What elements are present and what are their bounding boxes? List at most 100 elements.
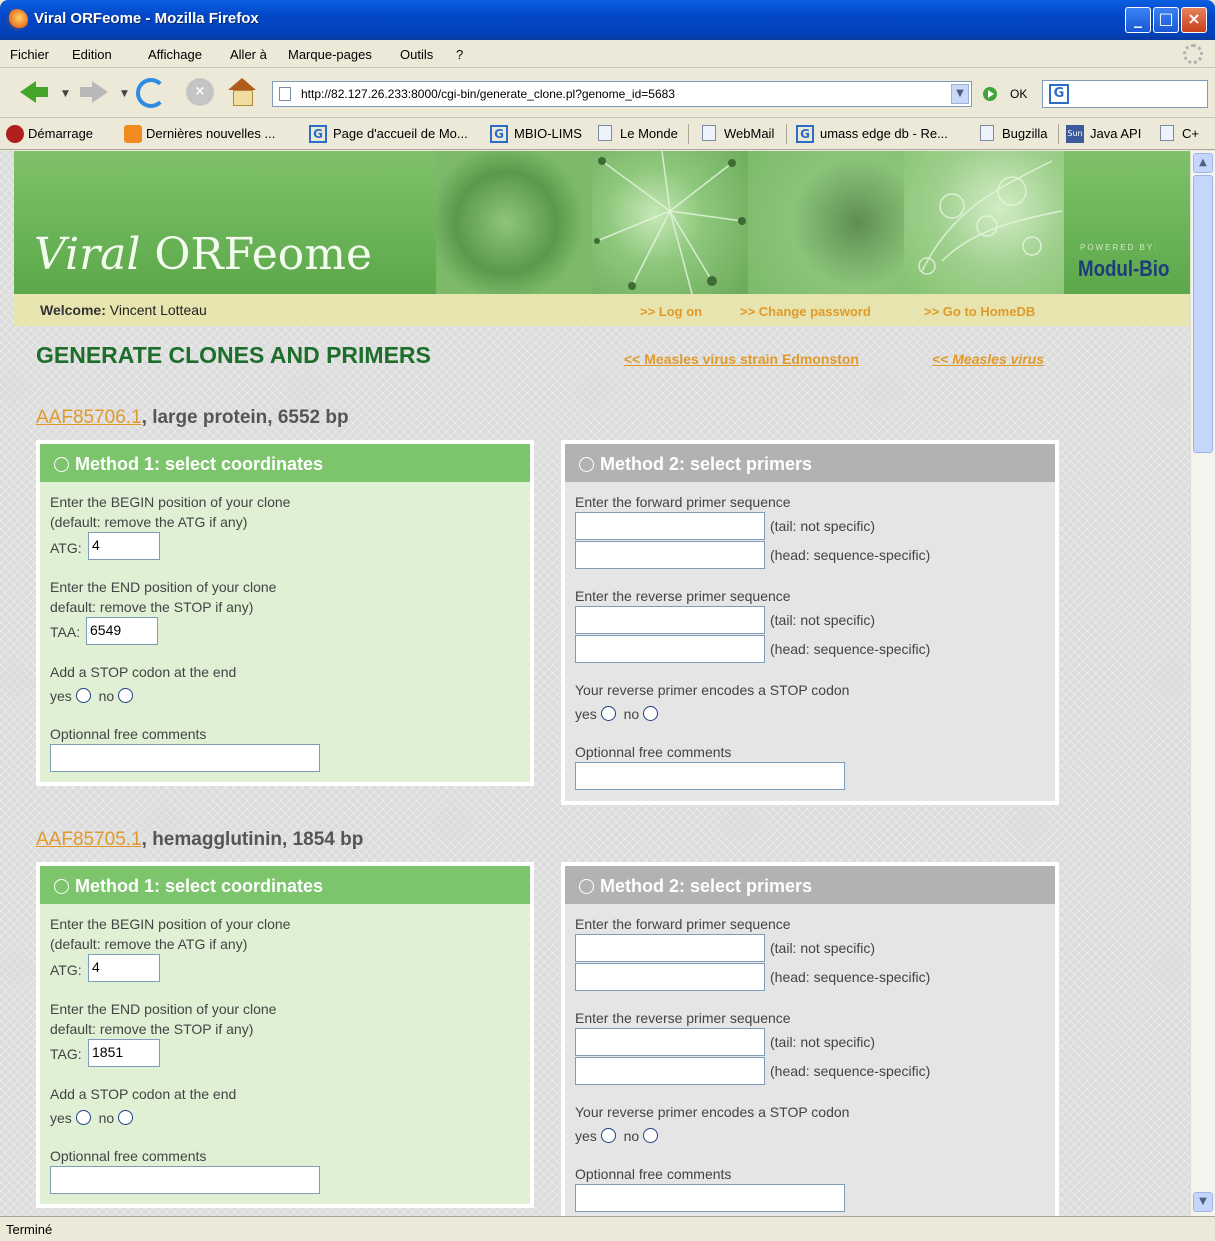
start-codon-label: ATG: — [50, 540, 82, 556]
menu-help[interactable]: ? — [456, 47, 463, 62]
begin-label: Enter the BEGIN position of your clone — [50, 494, 291, 510]
welcome-text: Welcome: Vincent Lotteau — [40, 302, 207, 318]
demarrage-icon — [6, 125, 24, 143]
head-label: (head: sequence-specific) — [770, 547, 931, 563]
forward-head-input[interactable] — [575, 963, 765, 991]
bookmark-umass-edge[interactable]: umass edge db - Re... — [820, 126, 948, 141]
menu-fichier[interactable]: Fichier — [10, 47, 49, 62]
back-icon[interactable] — [20, 78, 48, 106]
end-input[interactable]: 1851 — [88, 1039, 160, 1067]
search-box[interactable]: G — [1042, 80, 1208, 108]
forward-tail-input[interactable] — [575, 512, 765, 540]
back-dropdown-icon[interactable]: ▼ — [62, 89, 69, 99]
method1-panel: Method 1: select coordinates Enter the B… — [36, 862, 534, 1208]
google-search-icon[interactable]: G — [1049, 84, 1069, 104]
bookmark-java-api[interactable]: Java API — [1090, 126, 1141, 141]
end-default-label: default: remove the STOP if any) — [50, 1021, 254, 1037]
maximize-button[interactable]: □ — [1153, 7, 1179, 33]
end-input[interactable]: 6549 — [86, 617, 158, 645]
vertical-scrollbar[interactable]: ▲ ▼ — [1190, 151, 1215, 1216]
add-stop-label: Add a STOP codon at the end — [50, 664, 237, 680]
sun-icon: Sun — [1066, 125, 1084, 143]
reverse-stop-yes-radio[interactable] — [600, 1128, 616, 1143]
breadcrumb-strain-link[interactable]: << Measles virus strain Edmonston — [624, 351, 859, 367]
reverse-stop-label: Your reverse primer encodes a STOP codon — [575, 682, 850, 698]
menu-outils[interactable]: Outils — [400, 47, 433, 62]
protein-heading: AAF85706.1, large protein, 6552 bp — [36, 407, 349, 428]
scrollbar-thumb[interactable] — [1193, 175, 1213, 453]
scroll-up-icon[interactable]: ▲ — [1193, 153, 1213, 173]
stop-codon-label: TAA: — [50, 624, 81, 640]
bookmark-webmail[interactable]: WebMail — [724, 126, 774, 141]
tail-label: (tail: not specific) — [770, 518, 876, 534]
add-stop-no-radio[interactable] — [118, 688, 134, 703]
forward-tail-input[interactable] — [575, 934, 765, 962]
forward-head-input[interactable] — [575, 541, 765, 569]
comments-input[interactable] — [575, 762, 845, 790]
go-button[interactable]: OK — [1010, 87, 1027, 101]
reverse-stop-no-radio[interactable] — [643, 706, 659, 721]
close-button[interactable]: × — [1181, 7, 1207, 33]
google-icon: G — [309, 125, 327, 143]
bookmark-page-accueil[interactable]: Page d'accueil de Mo... — [333, 126, 468, 141]
status-text: Terminé — [6, 1222, 53, 1237]
comments-label: Optionnal free comments — [575, 1166, 732, 1182]
reverse-tail-input[interactable] — [575, 1028, 765, 1056]
method1-radio[interactable] — [54, 879, 69, 894]
forward-dropdown-icon[interactable]: ▼ — [121, 89, 128, 99]
page-icon — [702, 125, 716, 141]
url-history-dropdown-icon[interactable]: ▼ — [951, 84, 969, 104]
comments-input[interactable] — [50, 744, 320, 772]
accession-link[interactable]: AAF85705.1 — [36, 829, 142, 850]
reverse-head-input[interactable] — [575, 1057, 765, 1085]
menu-marque-pages[interactable]: Marque-pages — [288, 47, 372, 62]
reverse-stop-label: Your reverse primer encodes a STOP codon — [575, 1104, 850, 1120]
url-bar[interactable]: http://82.127.26.233:8000/cgi-bin/genera… — [272, 81, 972, 107]
minimize-button[interactable]: _ — [1125, 7, 1151, 33]
bookmark-cpp[interactable]: C+ — [1182, 126, 1199, 141]
home-icon[interactable] — [228, 78, 256, 106]
go-icon[interactable] — [983, 87, 997, 101]
navigation-toolbar: ▼ ▼ × http://82.127.26.233:8000/cgi-bin/… — [0, 68, 1215, 118]
powered-by-label: POWERED BY: — [1080, 243, 1159, 252]
bookmark-bugzilla[interactable]: Bugzilla — [1002, 126, 1048, 141]
go-to-homedb-link[interactable]: >> Go to HomeDB — [924, 304, 1035, 319]
menu-aller-a[interactable]: Aller à — [230, 47, 267, 62]
page-icon — [279, 87, 291, 101]
reload-icon[interactable] — [136, 78, 166, 108]
menu-affichage[interactable]: Affichage — [148, 47, 202, 62]
add-stop-yes-radio[interactable] — [75, 1110, 91, 1125]
menu-edition[interactable]: Edition — [72, 47, 112, 62]
bookmark-le-monde[interactable]: Le Monde — [620, 126, 678, 141]
scroll-down-icon[interactable]: ▼ — [1193, 1192, 1213, 1212]
url-text[interactable]: http://82.127.26.233:8000/cgi-bin/genera… — [301, 87, 675, 101]
method2-radio[interactable] — [579, 457, 594, 472]
log-on-link[interactable]: >> Log on — [640, 304, 702, 319]
bookmark-separator — [688, 124, 689, 144]
bookmark-mbio-lims[interactable]: MBIO-LIMS — [514, 126, 582, 141]
breadcrumb-virus-link[interactable]: << Measles virus — [932, 351, 1044, 367]
comments-label: Optionnal free comments — [575, 744, 732, 760]
reverse-head-input[interactable] — [575, 635, 765, 663]
tail-label: (tail: not specific) — [770, 940, 876, 956]
begin-input[interactable]: 4 — [88, 954, 160, 982]
method1-radio[interactable] — [54, 457, 69, 472]
reverse-stop-no-radio[interactable] — [643, 1128, 659, 1143]
method1-panel: Method 1: select coordinates Enter the B… — [36, 440, 534, 786]
add-stop-yes-radio[interactable] — [75, 688, 91, 703]
add-stop-no-radio[interactable] — [118, 1110, 134, 1125]
bookmark-demarrage[interactable]: Démarrage — [28, 126, 93, 141]
method2-header: Method 2: select primers — [565, 866, 1055, 904]
begin-input[interactable]: 4 — [88, 532, 160, 560]
accession-link[interactable]: AAF85706.1 — [36, 407, 142, 428]
comments-input[interactable] — [575, 1184, 845, 1212]
bookmark-separator — [1058, 124, 1059, 144]
bookmark-dernieres-nouvelles[interactable]: Dernières nouvelles ... — [146, 126, 275, 141]
stop-icon[interactable]: × — [186, 78, 214, 106]
reverse-tail-input[interactable] — [575, 606, 765, 634]
forward-icon[interactable] — [80, 78, 108, 106]
change-password-link[interactable]: >> Change password — [740, 304, 871, 319]
method2-radio[interactable] — [579, 879, 594, 894]
comments-input[interactable] — [50, 1166, 320, 1194]
reverse-stop-yes-radio[interactable] — [600, 706, 616, 721]
